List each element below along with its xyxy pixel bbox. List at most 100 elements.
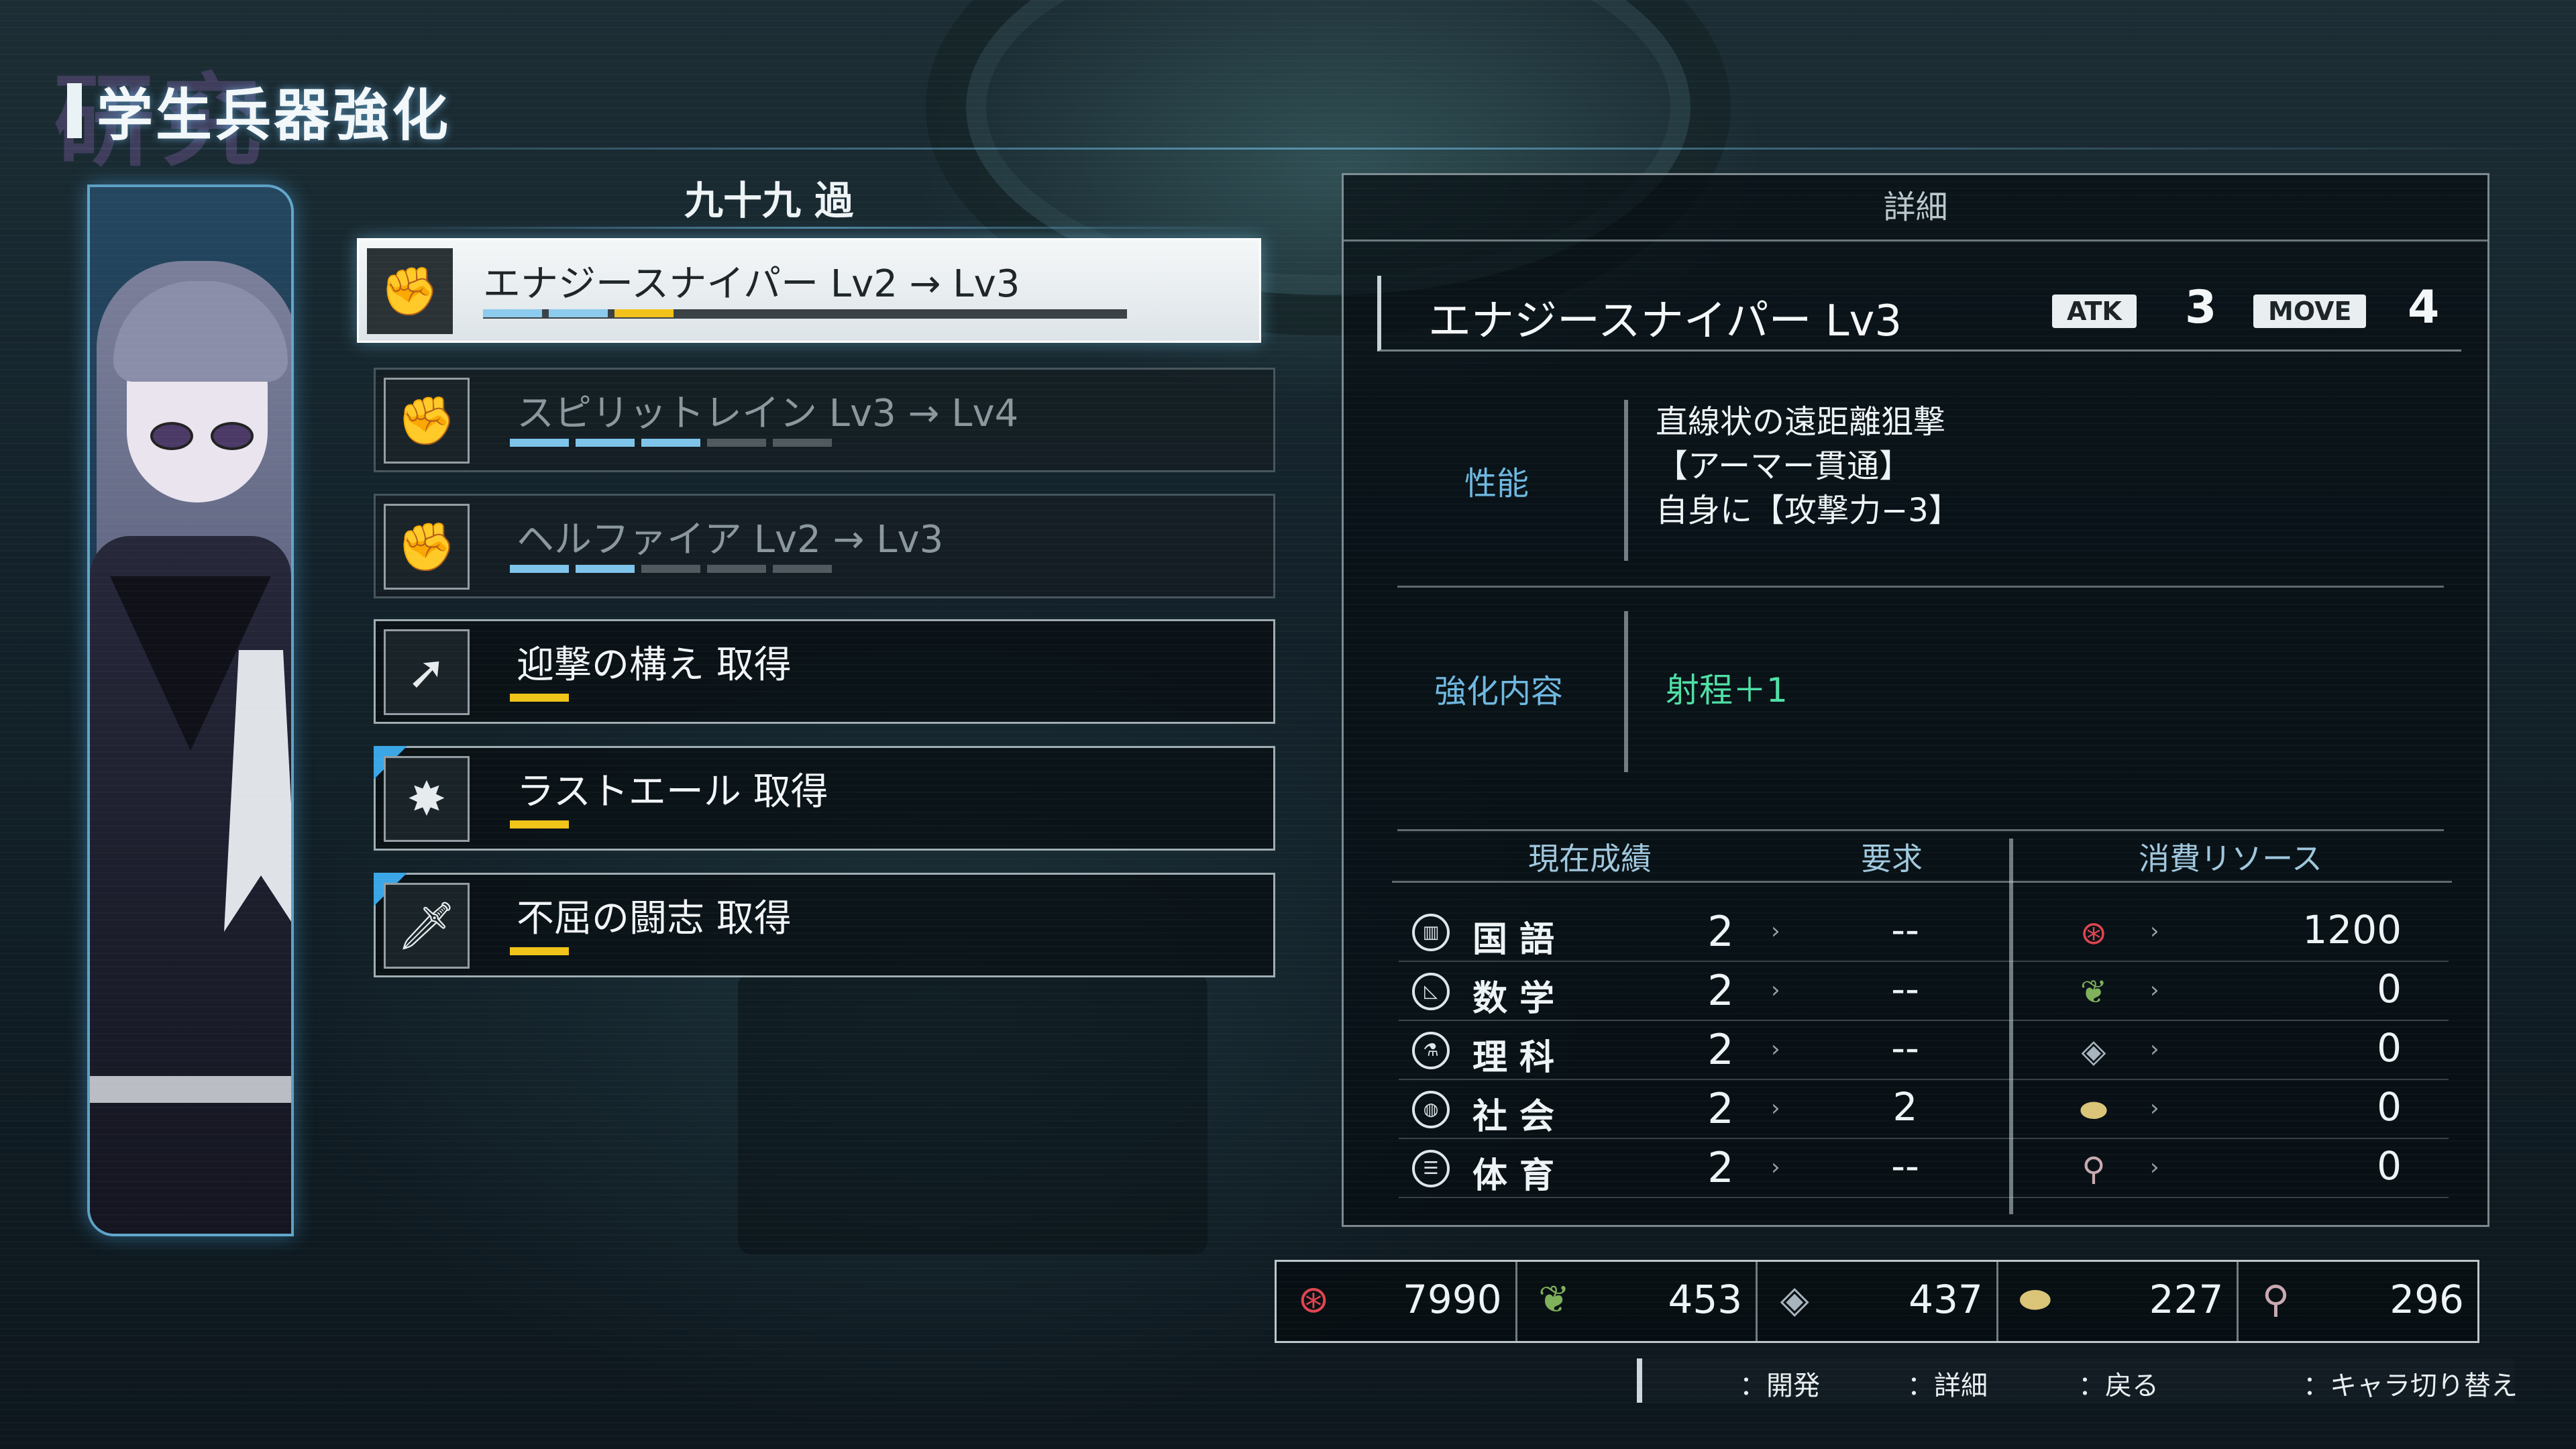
control-hints: ：開発 ：詳細 ：戻る ：キャラ切り替え [1637,1358,2518,1403]
performance-label: 性能 [1464,465,1529,502]
level-segment [707,565,766,573]
subject-name: 社会 [1472,1097,1567,1137]
hint-back[interactable]: ：戻る [2078,1364,2159,1403]
intercept-icon: ➚ [384,629,470,715]
upgrade-label: 不屈の闘志 取得 [517,897,792,941]
acquire-bar [510,947,569,955]
arrow-icon: › [1771,1095,1780,1122]
level-segment [576,439,635,447]
list-divider [376,227,1275,229]
subject-name: 国語 [1472,920,1567,960]
crystal-resource-icon: ◈ [1780,1278,1809,1322]
upgrade-content-text: 射程＋1 [1666,671,1788,710]
arrow-icon: › [2150,1154,2159,1181]
portrait-belt [90,1076,291,1103]
upgrade-label: ヘルファイア Lv2 → Lv3 [517,518,944,561]
ore-resource-icon: ⬬ [2019,1278,2051,1322]
arrow-icon: › [1771,977,1780,1004]
acquire-bar [510,694,569,702]
level-segment [680,309,739,317]
upgrade-item-intercept-stance[interactable]: ➚ 迎撃の構え 取得 [374,619,1275,724]
detail-header: 詳細 [1344,175,2487,241]
ruler-icon: ◺ [1412,973,1450,1010]
level-segment [576,565,635,573]
performance-text: 直線状の遠距離狙撃 【アーマー貫通】 自身に【攻撃力−3】 [1656,400,1961,533]
fist-icon: ✊ [384,504,470,590]
resource-cost: 1200 [2302,907,2402,953]
resource-total: ⚲ 296 [2239,1262,2477,1341]
upgrade-content-label: 強化内容 [1434,673,1564,710]
resource-amount: 453 [1668,1277,1743,1322]
star-burst-icon: ✸ [384,756,470,842]
subject-name: 体育 [1472,1156,1567,1196]
section-divider [1397,586,2444,588]
weapon-title-row: エナジースナイパー Lv3 ATK 3 MOVE 4 [1377,276,2461,352]
upgrade-label: ラストエール 取得 [517,770,828,814]
performance-line: 【アーマー貫通】 [1656,447,1912,485]
fist-icon: ✊ [384,378,470,464]
atk-tag: ATK [2052,294,2137,328]
plant-resource-icon: ❦ [2080,973,2108,1011]
resource-total: ❦ 453 [1517,1262,1758,1341]
table-header-divider [1392,881,2452,883]
background-console [738,973,1208,1254]
level-segment [641,439,700,447]
portrait-eye-right [211,422,254,450]
col-header-current: 現在成績 [1528,841,1652,877]
required-grade: -- [1891,1143,1919,1189]
move-value: 4 [2408,281,2440,334]
required-grade: -- [1891,966,1919,1012]
upgrade-label: 迎撃の構え 取得 [517,643,792,687]
upgrade-item-hellfire[interactable]: ✊ ヘルファイア Lv2 → Lv3 [374,494,1275,598]
resource-total: ⬬ 227 [1998,1262,2239,1341]
resource-total: ◈ 437 [1758,1262,1998,1341]
flask-icon: ⚗ [1412,1032,1450,1069]
arrow-icon: › [1771,918,1780,945]
atk-value: 3 [2185,281,2217,334]
bolt-resource-icon: ⚲ [2261,1278,2290,1322]
hint-develop[interactable]: ：開発 [1739,1364,1820,1403]
upgrade-item-spirit-rain[interactable]: ✊ スピリットレイン Lv3 → Lv4 [374,368,1275,472]
required-grade: 2 [1892,1084,1918,1130]
upgrade-item-last-ale[interactable]: ✸ ラストエール 取得 [374,746,1275,851]
current-grade: 2 [1707,907,1734,956]
screen-title: 学生兵器強化 [97,82,451,148]
arrow-icon: › [2150,977,2159,1004]
current-grade: 2 [1707,966,1734,1015]
title-accent-bar [67,83,82,138]
arrow-icon: › [2150,918,2159,945]
header-divider [0,148,2576,150]
resource-total: ⊛ 7990 [1277,1262,1517,1341]
performance-line: 自身に【攻撃力−3】 [1656,492,1961,529]
gear-resource-icon: ⊛ [2080,914,2108,952]
upgrade-label: エナジースナイパー Lv2 → Lv3 [483,262,1020,306]
upgrade-divider [1624,611,1628,772]
level-segment [549,309,608,317]
resource-amount: 296 [2390,1277,2464,1322]
gear-resource-icon: ⊛ [1297,1278,1330,1322]
performance-line: 直線状の遠距離狙撃 [1656,403,1946,441]
upgrade-item-energy-sniper[interactable]: ✊ エナジースナイパー Lv2 → Lv3 [357,238,1261,343]
portrait-eye-left [150,422,193,450]
resource-amount: 7990 [1402,1277,1502,1322]
screen-header: 学生兵器強化 [67,74,451,148]
level-segment [510,439,569,447]
weapon-name: エナジースナイパー Lv3 [1428,297,1902,346]
level-segment [483,309,542,317]
current-grade: 2 [1707,1025,1734,1074]
level-segment [510,565,569,573]
book-icon: ▥ [1412,914,1450,951]
level-segment [641,565,700,573]
upgrade-item-indomitable-spirit[interactable]: 🗡 不屈の闘志 取得 [374,873,1275,977]
level-segment [707,439,766,447]
table-top-divider [1397,829,2444,831]
move-tag: MOVE [2253,294,2367,328]
resource-amount: 437 [1909,1277,1983,1322]
hint-switch-character[interactable]: ：キャラ切り替え [2303,1364,2518,1403]
resource-cost: 0 [2377,1025,2402,1071]
table-row: ☰ 体育 2 › -- ⚲ › 0 [1399,1140,2449,1198]
resource-totals-bar: ⊛ 7990 ❦ 453 ◈ 437 ⬬ 227 ⚲ 296 [1275,1260,2479,1343]
hint-detail[interactable]: ：詳細 [1907,1364,1988,1403]
bolt-resource-icon: ⚲ [2082,1150,2106,1188]
arrow-icon: › [1771,1154,1780,1181]
